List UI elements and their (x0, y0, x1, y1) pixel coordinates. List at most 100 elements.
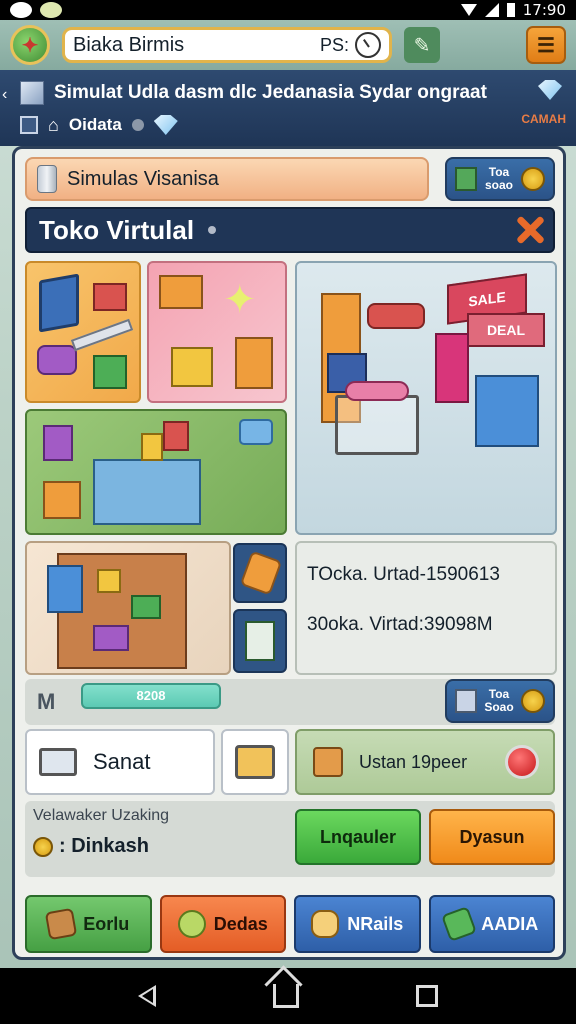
jar-icon (43, 425, 73, 461)
search-input[interactable]: Biaka Birmis PS: (62, 27, 392, 63)
bottom-tab-row: Eorlu Dedas NRails AADIA (25, 895, 555, 953)
info-line-2: 30oka. Virtad:39098M (307, 614, 493, 635)
jar-goods-icon (97, 569, 121, 593)
signal-icon (484, 3, 499, 17)
close-icon[interactable] (515, 215, 545, 245)
store-illustration: SALE DEAL (295, 261, 557, 535)
back-arrow-icon[interactable]: ‹ (2, 86, 7, 104)
item-tile-electronics[interactable] (25, 261, 141, 403)
tab-dedas[interactable]: Dedas (159, 895, 286, 953)
badge-line1: Toa (488, 165, 510, 179)
store-title: Toko Virtulal (39, 214, 195, 245)
wrench-icon: ✎ (413, 34, 431, 57)
balance-card: Velawaker Uzaking : Dinkash Lnqauler Dya… (25, 801, 555, 877)
menu-button[interactable]: ☰ (526, 26, 566, 64)
item-mini-bread[interactable] (233, 543, 287, 603)
game-logo-icon[interactable]: ✦ (10, 25, 50, 65)
item-tile-shelves[interactable] (25, 409, 287, 535)
header-headline: Simulat Udla dasm dlc Jedanasia Sydar on… (54, 82, 487, 103)
badge2-line1: Toa (488, 687, 510, 701)
shopping-cart-icon (335, 395, 419, 455)
crate-icon (235, 337, 273, 389)
fruits-icon (345, 381, 409, 401)
filter-pill[interactable]: 8208 (81, 683, 221, 709)
pack-goods-icon (131, 595, 161, 619)
leaf-icon (177, 910, 206, 938)
coins-icon (33, 836, 53, 857)
store-info-box: TOcka. Urtad-1590613 30oka. Virtad:39098… (295, 541, 557, 675)
side-label[interactable]: CAMAH (521, 112, 566, 126)
cash-icon (441, 906, 478, 942)
status-dot-icon (131, 119, 144, 131)
item-tile-packages[interactable]: ✦ (147, 261, 287, 403)
can-small-icon (141, 433, 163, 461)
wifi-icon (460, 4, 477, 16)
app-notification-icon (40, 2, 62, 18)
gem-icon (153, 115, 178, 135)
sim-tab-label: Simulas Visanisa (67, 167, 219, 190)
header-subline: Oidata (68, 115, 122, 134)
recents-icon[interactable] (415, 985, 438, 1007)
tab-nrails[interactable]: NRails (294, 895, 421, 953)
notebook-icon (245, 621, 275, 661)
upgrade-label: Ustan 19peer (359, 751, 468, 772)
item-tile-goods[interactable] (25, 541, 231, 675)
cube-icon (20, 81, 44, 105)
wallet-icon (45, 907, 78, 941)
coin-icon-2 (521, 689, 545, 713)
clock-icon[interactable] (355, 32, 381, 58)
shopping-basket-icon (235, 745, 275, 779)
actions-row: Sanat Ustan 19peer (25, 729, 555, 795)
speaker-icon (93, 355, 127, 389)
radio-icon (93, 283, 127, 311)
record-button-icon[interactable] (505, 745, 539, 779)
basket-button[interactable] (221, 729, 289, 795)
back-icon[interactable] (138, 985, 157, 1007)
trolley-icon (475, 375, 539, 447)
sparkle-icon: ✦ (223, 278, 257, 322)
tab-label-2: NRails (347, 913, 404, 934)
option-label: Dyasun (459, 826, 525, 847)
status-time: 17:90 (522, 1, 566, 19)
info-line-1: TOcka. Urtad-1590613 (307, 564, 500, 585)
confirm-button[interactable]: Lnqauler (295, 809, 421, 865)
badge-line2: soao (484, 178, 513, 192)
tab-eorlu[interactable]: Eorlu (25, 895, 152, 953)
store-panel: Simulas Visanisa Toa soao Toko Virtulal … (12, 146, 566, 960)
option-button[interactable]: Dyasun (429, 809, 555, 865)
currency-badge[interactable]: Toa soao (445, 157, 555, 201)
header-banner: ‹ Simulat Udla dasm dlc Jedanasia Sydar … (0, 70, 576, 146)
filter-row: M 8208 Toa Soao (25, 679, 555, 725)
upgrade-button[interactable]: Ustan 19peer (295, 729, 555, 795)
can-icon (37, 165, 57, 193)
tab-label-3: AADIA (481, 913, 539, 934)
promo-sign-icon: DEAL (467, 313, 545, 347)
tab-label-0: Eorlu (83, 913, 130, 934)
display-stand-icon (435, 333, 469, 403)
sanat-button[interactable]: Sanat (25, 729, 215, 795)
top-bar: ✦ Biaka Birmis PS: ✎ ☰ (0, 20, 576, 70)
tab-row: Simulas Visanisa Toa soao (25, 157, 555, 201)
package-icon (159, 275, 203, 309)
item-mini-book[interactable] (233, 609, 287, 673)
status-bar: 17:90 (0, 0, 576, 20)
balance-value: : Dinkash (59, 835, 150, 857)
display-shelf-icon (93, 459, 201, 525)
search-suffix: PS: (319, 34, 349, 55)
tool-button[interactable]: ✎ (404, 27, 440, 63)
basket-icon (171, 347, 213, 387)
balance-label: Velawaker Uzaking (33, 807, 170, 824)
tab-aadia[interactable]: AADIA (428, 895, 555, 953)
sanat-label: Sanat (93, 749, 151, 774)
store-title-bar: Toko Virtulal (25, 207, 555, 253)
tag-icon (239, 419, 273, 445)
currency-badge-2[interactable]: Toa Soao (445, 679, 555, 723)
toolbox-icon (43, 481, 81, 519)
tab-simulation[interactable]: Simulas Visanisa (25, 157, 429, 201)
device-icon (37, 345, 77, 375)
monitor-icon (39, 273, 79, 333)
book-icon (455, 167, 477, 191)
confirm-label: Lnqauler (319, 826, 396, 847)
m-icon[interactable]: M (37, 689, 55, 715)
home-icon[interactable] (272, 984, 299, 1008)
